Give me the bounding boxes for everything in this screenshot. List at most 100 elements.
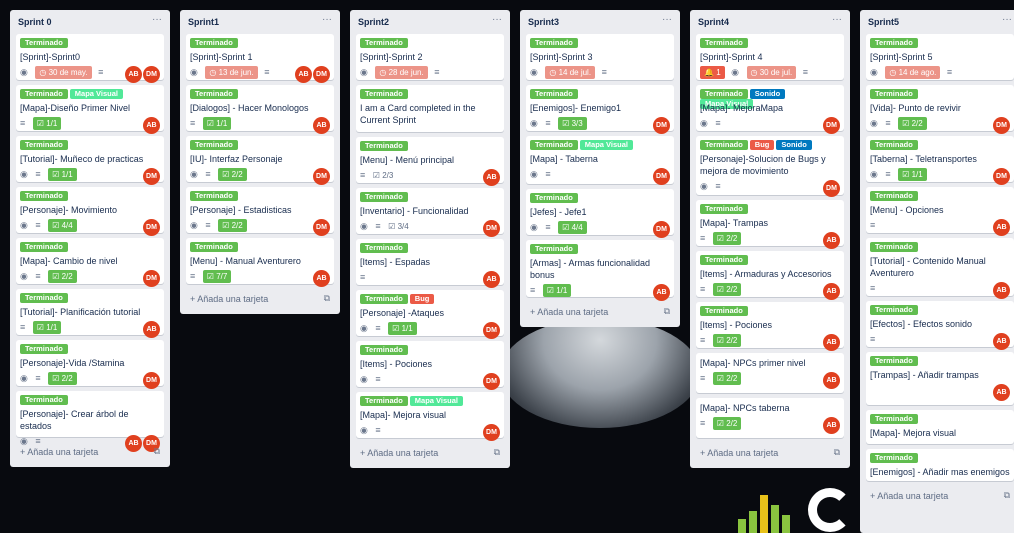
avatar-dm[interactable]: DM (143, 66, 160, 83)
add-card-button[interactable]: + Añada una tarjeta ⧉ (696, 443, 844, 463)
card[interactable]: Terminado [Sprint]-Sprint0 ◉ ◷ 30 de may… (16, 34, 164, 83)
avatar-dm[interactable]: DM (313, 168, 330, 185)
avatar-ab[interactable]: AB (313, 117, 330, 134)
avatar-dm[interactable]: DM (823, 117, 840, 134)
avatar-ab[interactable]: AB (823, 283, 840, 300)
card[interactable]: Terminado [Menu] - Menú principal ≡ ☑ 2/… (356, 137, 504, 186)
card[interactable]: Terminado [Dialogos] - Hacer Monologos ≡… (186, 85, 334, 134)
avatar-dm[interactable]: DM (483, 220, 500, 237)
avatar-ab[interactable]: AB (125, 66, 142, 83)
add-card-button[interactable]: + Añada una tarjeta ⧉ (356, 443, 504, 463)
avatar-dm[interactable]: DM (483, 373, 500, 390)
avatar-dm[interactable]: DM (143, 372, 160, 389)
avatar-dm[interactable]: DM (823, 180, 840, 197)
avatar-dm[interactable]: DM (653, 168, 670, 185)
card[interactable]: Terminado [Tutorial]- Muñeco de practica… (16, 136, 164, 185)
avatar-ab[interactable]: AB (653, 284, 670, 301)
add-card-button[interactable]: + Añada una tarjeta ⧉ (526, 302, 674, 322)
card[interactable]: Terminado [Armas] - Armas funcionalidad … (526, 240, 674, 301)
template-icon[interactable]: ⧉ (324, 293, 330, 304)
avatar-dm[interactable]: DM (313, 66, 330, 83)
card[interactable]: Terminado Bug [Personaje] -Ataques ◉ ≡ ☑ … (356, 290, 504, 339)
template-icon[interactable]: ⧉ (834, 447, 840, 458)
template-icon[interactable]: ⧉ (154, 446, 160, 457)
avatar-ab[interactable]: AB (295, 66, 312, 83)
card[interactable]: Terminado [Vida]- Punto de revivir ◉ ≡ ☑… (866, 85, 1014, 134)
card[interactable]: [Mapa]- NPCs primer nivel ≡ ☑ 2/2 AB (696, 353, 844, 393)
card[interactable]: Terminado [Items] - Pociones ◉ ≡ DM (356, 341, 504, 390)
avatar-dm[interactable]: DM (143, 168, 160, 185)
list-menu-icon[interactable]: ··· (152, 14, 162, 25)
card[interactable]: Terminado [Personaje]-Vida /Stamina ◉ ≡ … (16, 340, 164, 389)
list-title[interactable]: Sprint1 (188, 17, 219, 27)
add-card-button[interactable]: + Añada una tarjeta ⧉ (186, 289, 334, 309)
list-menu-icon[interactable]: ··· (1002, 14, 1012, 25)
card[interactable]: Terminado [Items] - Armaduras y Accesori… (696, 251, 844, 300)
list-title[interactable]: Sprint2 (358, 17, 389, 27)
list-title[interactable]: Sprint 0 (18, 17, 52, 27)
avatar-dm[interactable]: DM (653, 221, 670, 238)
card[interactable]: Terminado [Enemigos] - Añadir mas enemig… (866, 449, 1014, 481)
avatar-ab[interactable]: AB (143, 117, 160, 134)
avatar-dm[interactable]: DM (143, 270, 160, 287)
list-menu-icon[interactable]: ··· (492, 14, 502, 25)
add-card-button[interactable]: + Añada una tarjeta ⧉ (866, 486, 1014, 506)
avatar-ab[interactable]: AB (483, 169, 500, 186)
add-card-button[interactable]: + Añada una tarjeta ⧉ (16, 442, 164, 462)
card[interactable]: Terminado I am a Card completed in the C… (356, 85, 504, 132)
card[interactable]: Terminado [Sprint]-Sprint 1 ◉ ◷ 13 de ju… (186, 34, 334, 83)
list-title[interactable]: Sprint5 (868, 17, 899, 27)
card[interactable]: Terminado [Trampas] - Añadir trampas AB (866, 352, 1014, 405)
card[interactable]: Terminado [Efectos] - Efectos sonido ≡ A… (866, 301, 1014, 350)
card[interactable]: Terminado [Sprint]-Sprint 3 ◉ ◷ 14 de ju… (526, 34, 674, 80)
avatar-ab[interactable]: AB (993, 333, 1010, 350)
card[interactable]: Terminado Bug Sonido [Personaje]-Solucion … (696, 136, 844, 197)
card[interactable]: [Mapa]- NPCs taberna ≡ ☑ 2/2 AB (696, 398, 844, 438)
card[interactable]: Terminado [Items] - Espadas ≡ AB (356, 239, 504, 288)
avatar-dm[interactable]: DM (313, 219, 330, 236)
template-icon[interactable]: ⧉ (664, 306, 670, 317)
card[interactable]: Terminado [Items] - Pociones ≡ ☑ 2/2 AB (696, 302, 844, 351)
card[interactable]: Terminado Mapa Visual [Mapa]-Diseño Prime… (16, 85, 164, 134)
card[interactable]: Terminado [Mapa]- Cambio de nivel ◉ ≡ ☑ … (16, 238, 164, 287)
avatar-ab[interactable]: AB (993, 384, 1010, 401)
list-title[interactable]: Sprint3 (528, 17, 559, 27)
card[interactable]: Terminado [Menu] - Opciones ≡ AB (866, 187, 1014, 236)
avatar-dm[interactable]: DM (483, 322, 500, 339)
avatar-dm[interactable]: DM (993, 117, 1010, 134)
card[interactable]: Terminado [Personaje]- Crear árbol de es… (16, 391, 164, 452)
card[interactable]: Terminado [Tutorial] - Contenido Manual … (866, 238, 1014, 299)
avatar-ab[interactable]: AB (143, 321, 160, 338)
card[interactable]: Terminado [Inventario] - Funcionalidad ◉… (356, 188, 504, 237)
template-icon[interactable]: ⧉ (1004, 490, 1010, 501)
avatar-ab[interactable]: AB (823, 334, 840, 351)
avatar-ab[interactable]: AB (313, 270, 330, 287)
avatar-dm[interactable]: DM (483, 424, 500, 441)
card[interactable]: Terminado [Mapa]- Trampas ≡ ☑ 2/2 AB (696, 200, 844, 249)
avatar-ab[interactable]: AB (483, 271, 500, 288)
avatar-ab[interactable]: AB (993, 219, 1010, 236)
card[interactable]: Terminado [Sprint]-Sprint 4 🔔 1 ◉ ◷ 30 d… (696, 34, 844, 80)
card[interactable]: Terminado [Personaje]- Movimiento ◉ ≡ ☑ … (16, 187, 164, 236)
list-menu-icon[interactable]: ··· (322, 14, 332, 25)
card[interactable]: Terminado [IU]- Interfaz Personaje ◉ ≡ ☑… (186, 136, 334, 185)
avatar-ab[interactable]: AB (823, 417, 840, 434)
card[interactable]: Terminado [Menu] - Manual Aventurero ≡ ☑… (186, 238, 334, 287)
card[interactable]: Terminado SonidoMapa Visual [Mapa]- Mejor… (696, 85, 844, 134)
list-menu-icon[interactable]: ··· (662, 14, 672, 25)
card[interactable]: Terminado [Tutorial]- Planificación tuto… (16, 289, 164, 338)
card[interactable]: Terminado Mapa Visual [Mapa]- Mejora visu… (356, 392, 504, 441)
avatar-dm[interactable]: DM (653, 117, 670, 134)
list-menu-icon[interactable]: ··· (832, 14, 842, 25)
card[interactable]: Terminado Mapa Visual [Mapa] - Taberna ◉ … (526, 136, 674, 185)
card[interactable]: Terminado [Enemigos]- Enemigo1 ◉ ≡ ☑ 3/3… (526, 85, 674, 134)
list-title[interactable]: Sprint4 (698, 17, 729, 27)
card[interactable]: Terminado [Jefes] - Jefe1 ◉ ≡ ☑ 4/4 DM (526, 189, 674, 238)
avatar-ab[interactable]: AB (993, 282, 1010, 299)
avatar-dm[interactable]: DM (143, 219, 160, 236)
card[interactable]: Terminado [Taberna] - Teletransportes ◉ … (866, 136, 1014, 185)
card[interactable]: Terminado [Mapa]- Mejora visual (866, 410, 1014, 444)
avatar-dm[interactable]: DM (993, 168, 1010, 185)
avatar-ab[interactable]: AB (823, 372, 840, 389)
avatar-ab[interactable]: AB (823, 232, 840, 249)
